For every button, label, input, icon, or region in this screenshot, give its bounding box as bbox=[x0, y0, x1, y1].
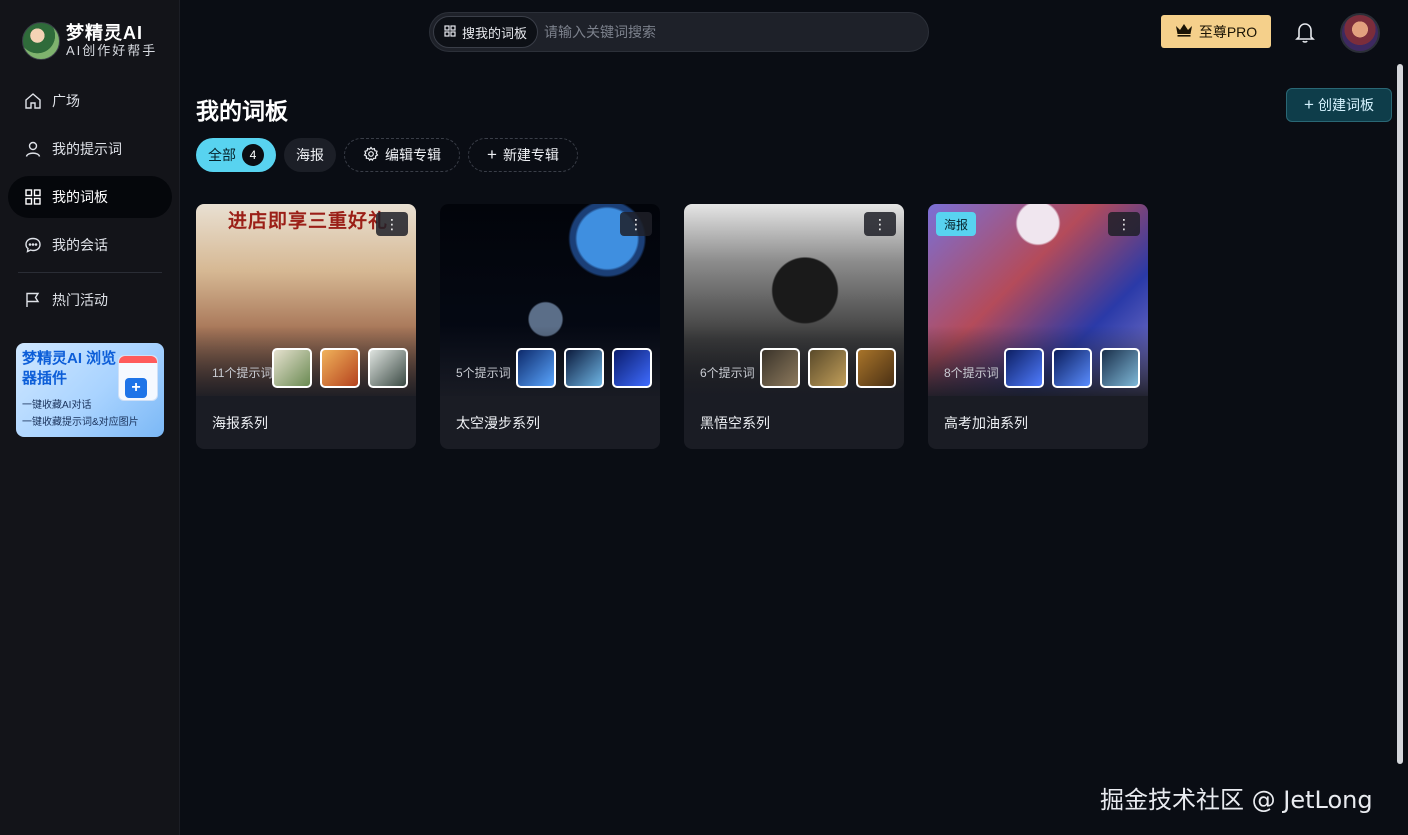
sidebar-item-label: 我的提示词 bbox=[52, 141, 122, 157]
add-extension-icon: + bbox=[118, 355, 158, 401]
sidebar-nav: 广场 我的提示词 我的词板 我的会话 热门活动 bbox=[8, 80, 172, 327]
chat-icon bbox=[24, 236, 42, 254]
page-title: 我的词板 bbox=[196, 98, 288, 124]
promo-line-2: 一键收藏提示词&对应图片 bbox=[22, 417, 139, 428]
brand-title: 梦精灵AI bbox=[66, 23, 143, 43]
plus-icon: + bbox=[487, 145, 497, 164]
thumbnail-image[interactable] bbox=[808, 348, 848, 388]
plus-icon: + bbox=[1304, 95, 1314, 114]
thumbnail-strip bbox=[760, 348, 896, 388]
thumbnail-image[interactable] bbox=[320, 348, 360, 388]
more-options-icon[interactable]: ⋮ bbox=[864, 212, 896, 236]
crown-icon bbox=[1175, 23, 1193, 40]
pro-upgrade-button[interactable]: 至尊PRO bbox=[1161, 15, 1271, 48]
sidebar-divider bbox=[18, 272, 162, 273]
card-title: 太空漫步系列 bbox=[456, 415, 540, 431]
thumbnail-image[interactable] bbox=[516, 348, 556, 388]
user-icon bbox=[24, 140, 42, 158]
album-tabs: 全部 4 海报 编辑专辑 + 新建专辑 bbox=[196, 138, 578, 172]
thumbnail-image[interactable] bbox=[760, 348, 800, 388]
more-options-icon[interactable]: ⋮ bbox=[376, 212, 408, 236]
count-badge: 4 bbox=[242, 144, 264, 166]
sidebar-item-my-boards[interactable]: 我的词板 bbox=[8, 176, 172, 218]
flag-icon bbox=[24, 291, 42, 309]
thumbnail-image[interactable] bbox=[272, 348, 312, 388]
thumbnail-image[interactable] bbox=[1004, 348, 1044, 388]
home-icon bbox=[24, 92, 42, 110]
poster-banner-text: 进店即享三重好礼 bbox=[228, 210, 389, 232]
sidebar-item-label: 我的词板 bbox=[52, 189, 108, 205]
browser-extension-promo[interactable]: 梦精灵AI 浏览器插件 一键收藏AI对话 一键收藏提示词&对应图片 + bbox=[16, 343, 164, 437]
thumbnail-strip bbox=[1004, 348, 1140, 388]
thumbnail-image[interactable] bbox=[612, 348, 652, 388]
thumbnail-image[interactable] bbox=[856, 348, 896, 388]
board-card[interactable]: 海报 ⋮ 8个提示词 高考加油系列 bbox=[928, 204, 1148, 449]
album-tag: 海报 bbox=[936, 212, 977, 236]
search-input[interactable] bbox=[544, 24, 928, 40]
board-card[interactable]: 进店即享三重好礼 ⋮ 11个提示词 海报系列 bbox=[196, 204, 416, 449]
sidebar-item-hot-events[interactable]: 热门活动 bbox=[8, 279, 172, 321]
create-board-label: 创建词板 bbox=[1317, 97, 1374, 113]
watermark-text: 掘金技术社区 @ JetLong bbox=[1100, 786, 1373, 814]
sidebar: 梦精灵AI AI创作好帮手 广场 我的提示词 我的词板 我的会话 热门活动 梦精… bbox=[0, 0, 180, 835]
logo-avatar bbox=[22, 22, 60, 60]
prompt-count: 11个提示词 bbox=[212, 366, 273, 380]
prompt-count: 8个提示词 bbox=[944, 366, 999, 380]
sidebar-item-label: 广场 bbox=[52, 93, 80, 109]
search-scope-label: 搜我的词板 bbox=[462, 25, 528, 41]
more-options-icon[interactable]: ⋮ bbox=[1108, 212, 1140, 236]
sidebar-item-label: 热门活动 bbox=[52, 292, 108, 308]
thumbnail-image[interactable] bbox=[368, 348, 408, 388]
board-card[interactable]: ⋮ 5个提示词 太空漫步系列 bbox=[440, 204, 660, 449]
prompt-count: 6个提示词 bbox=[700, 366, 755, 380]
search-bar: 搜我的词板 bbox=[429, 12, 929, 52]
sidebar-item-my-prompts[interactable]: 我的提示词 bbox=[8, 128, 172, 170]
new-album-button[interactable]: + 新建专辑 bbox=[468, 138, 578, 172]
prompt-count: 5个提示词 bbox=[456, 366, 511, 380]
scrollbar-thumb[interactable] bbox=[1397, 64, 1403, 764]
more-options-icon[interactable]: ⋮ bbox=[620, 212, 652, 236]
thumbnail-image[interactable] bbox=[564, 348, 604, 388]
bell-icon[interactable] bbox=[1294, 20, 1316, 44]
promo-line-1: 一键收藏AI对话 bbox=[22, 400, 92, 411]
sidebar-item-label: 我的会话 bbox=[52, 237, 108, 253]
pro-label: 至尊PRO bbox=[1198, 23, 1258, 40]
board-card-list: 进店即享三重好礼 ⋮ 11个提示词 海报系列 ⋮ 5个提示词 太空漫步系列 ⋮ … bbox=[196, 204, 1148, 449]
tab-label: 海报 bbox=[296, 147, 324, 163]
create-board-button[interactable]: + 创建词板 bbox=[1286, 88, 1392, 122]
grid-icon bbox=[24, 188, 42, 206]
new-album-label: 新建专辑 bbox=[502, 147, 559, 163]
brand-logo[interactable]: 梦精灵AI AI创作好帮手 bbox=[22, 22, 157, 60]
promo-title: 梦精灵AI 浏览器插件 bbox=[22, 350, 117, 387]
tab-poster[interactable]: 海报 bbox=[284, 138, 336, 172]
thumbnail-image[interactable] bbox=[1052, 348, 1092, 388]
sidebar-item-my-chats[interactable]: 我的会话 bbox=[8, 224, 172, 266]
grid-small-icon bbox=[444, 24, 456, 40]
thumbnail-strip bbox=[272, 348, 408, 388]
gear-icon bbox=[363, 146, 379, 165]
search-scope-button[interactable]: 搜我的词板 bbox=[433, 16, 539, 48]
brand-subtitle: AI创作好帮手 bbox=[66, 43, 158, 58]
edit-album-label: 编辑专辑 bbox=[385, 147, 441, 163]
card-title: 高考加油系列 bbox=[944, 415, 1028, 431]
thumbnail-strip bbox=[516, 348, 652, 388]
user-avatar[interactable] bbox=[1340, 13, 1380, 53]
card-title: 黑悟空系列 bbox=[700, 415, 770, 431]
thumbnail-image[interactable] bbox=[1100, 348, 1140, 388]
card-title: 海报系列 bbox=[212, 415, 268, 431]
tab-label: 全部 bbox=[208, 147, 236, 163]
sidebar-item-square[interactable]: 广场 bbox=[8, 80, 172, 122]
board-card[interactable]: ⋮ 6个提示词 黑悟空系列 bbox=[684, 204, 904, 449]
tab-all[interactable]: 全部 4 bbox=[196, 138, 276, 172]
edit-album-button[interactable]: 编辑专辑 bbox=[344, 138, 460, 172]
